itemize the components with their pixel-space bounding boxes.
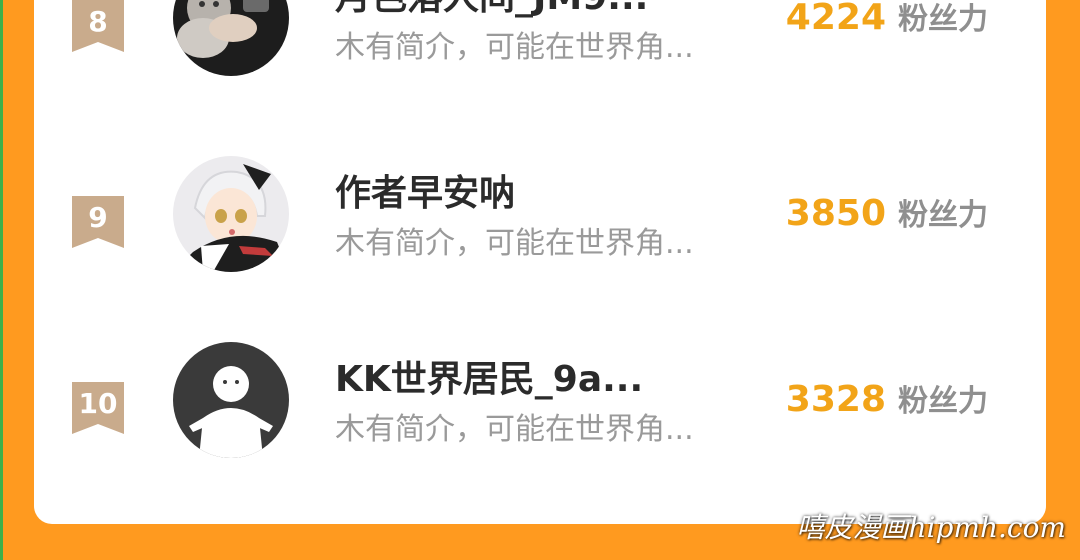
rank-badge-icon: 8 (72, 0, 124, 52)
username[interactable]: 作者早安呐 (335, 164, 515, 216)
rank-number: 9 (88, 201, 108, 234)
rank-badge-icon: 9 (72, 196, 124, 248)
fan-power-value: 4224 (785, 0, 886, 38)
fan-power-value: 3328 (785, 379, 886, 420)
username[interactable]: 月色落人间_JM9... (335, 0, 648, 20)
cat-photo-avatar-icon[interactable] (173, 0, 289, 76)
ranking-row-10[interactable]: 10 KK世界居民_9a... 木有简介，可能在世界角... 3328 粉丝力 (34, 342, 1046, 482)
fan-power-label: 粉丝力 (898, 2, 988, 37)
left-edge-strip (0, 0, 3, 560)
rank-number: 8 (88, 5, 108, 38)
ranking-card: 8 月色落人间_JM9... 木有简介，可能在世界角... 4224 粉丝力 (34, 0, 1046, 524)
default-user-avatar-icon[interactable] (173, 342, 289, 458)
fan-power: 4224 粉丝力 (786, 0, 988, 38)
fan-power-label: 粉丝力 (898, 384, 988, 419)
rank-badge-icon: 10 (72, 382, 124, 434)
fan-power: 3850 粉丝力 (786, 190, 988, 234)
username[interactable]: KK世界居民_9a... (335, 350, 643, 402)
fan-power-value: 3850 (785, 193, 886, 234)
anime-girl-avatar-icon[interactable] (173, 156, 289, 272)
fan-power: 3328 粉丝力 (786, 376, 988, 420)
fan-power-label: 粉丝力 (898, 198, 988, 233)
ranking-row-9[interactable]: 9 作者早安呐 木有简介，可能在世界角... 3850 粉丝力 (34, 156, 1046, 296)
user-bio: 木有简介，可能在世界角... (335, 226, 694, 261)
site-watermark: 嘻皮漫画hipmh.com (796, 511, 1067, 544)
user-bio: 木有简介，可能在世界角... (335, 412, 694, 447)
rank-number: 10 (78, 387, 118, 420)
user-bio: 木有简介，可能在世界角... (335, 30, 694, 65)
ranking-row-8[interactable]: 8 月色落人间_JM9... 木有简介，可能在世界角... 4224 粉丝力 (34, 0, 1046, 100)
